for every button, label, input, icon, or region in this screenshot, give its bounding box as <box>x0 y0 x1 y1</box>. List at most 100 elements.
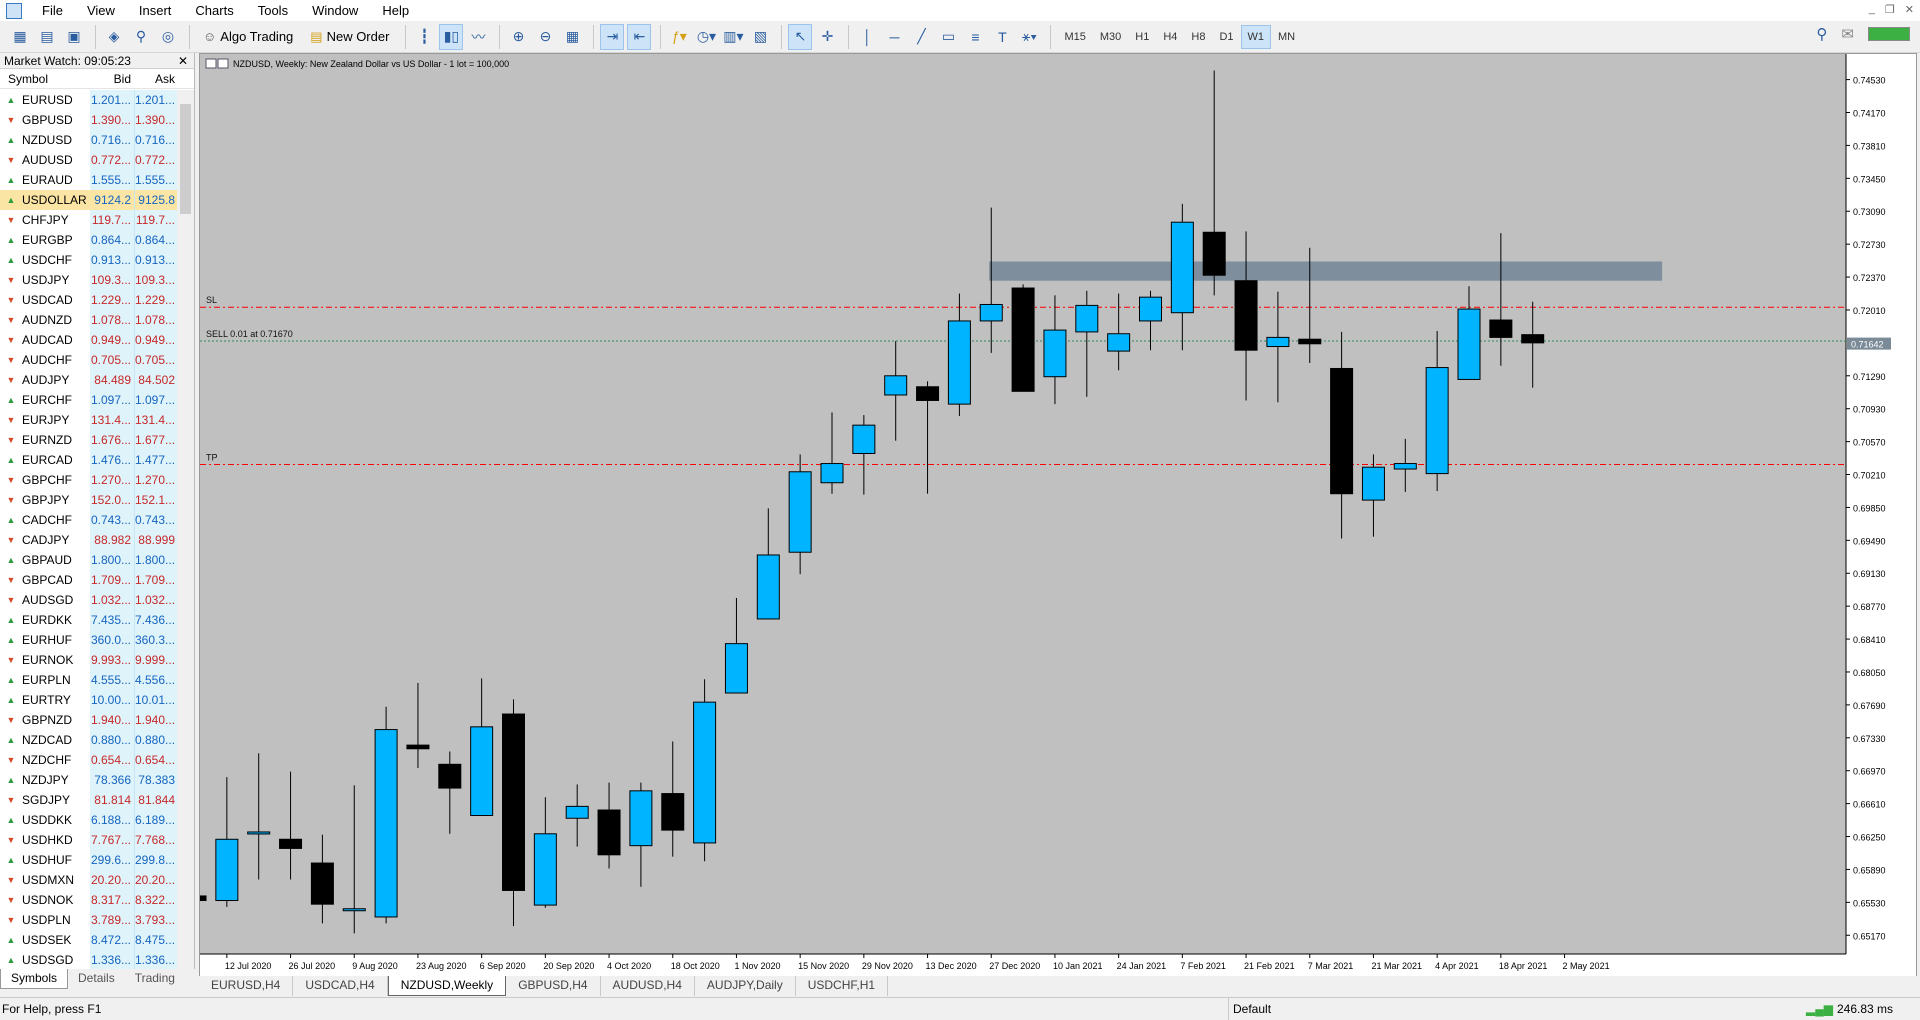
objects-list-icon[interactable]: ▧ <box>748 24 772 50</box>
bear-candle[interactable] <box>310 862 334 905</box>
supply-zone[interactable] <box>989 261 1663 281</box>
price-chart[interactable]: SL SELL 0.01 at 0.71670 TP 0.74530 0.74170 0.… <box>200 54 1916 977</box>
bull-candle[interactable] <box>1266 336 1290 348</box>
market-watch-scrollbar[interactable] <box>177 90 194 1018</box>
bar-chart-icon[interactable]: ┇ <box>412 24 436 50</box>
table-row[interactable]: ▲ USDHUF 299.6... 299.8... <box>0 850 178 870</box>
table-row[interactable]: ▲ EURUSD 1.201... 1.201... <box>0 90 178 110</box>
tab-symbols[interactable]: Symbols <box>0 969 69 989</box>
table-row[interactable]: ▲ USDCHF 0.913... 0.913... <box>0 250 178 270</box>
table-row[interactable]: ▼ GBPUSD 1.390... 1.390... <box>0 110 178 130</box>
bull-candle[interactable] <box>1043 329 1067 378</box>
bear-candle[interactable] <box>916 386 940 401</box>
table-row[interactable]: ▼ AUDSGD 1.032... 1.032... <box>0 590 178 610</box>
restore-icon[interactable]: ❐ <box>1885 3 1895 16</box>
bull-candle[interactable] <box>852 424 876 454</box>
table-row[interactable]: ▲ USDDKK 6.188... 6.189... <box>0 810 178 830</box>
bull-candle[interactable] <box>820 463 844 484</box>
crosshair-icon[interactable]: ✛ <box>815 24 839 50</box>
bear-candle[interactable] <box>279 838 303 849</box>
fibonacci-icon[interactable]: ≡ <box>963 24 987 50</box>
bear-candle[interactable] <box>1330 367 1354 495</box>
tf-h1[interactable]: H1 <box>1128 25 1156 49</box>
table-row[interactable]: ▲ EURGBP 0.864... 0.864... <box>0 230 178 250</box>
menu-charts[interactable]: Charts <box>183 0 245 21</box>
bear-candle[interactable] <box>1521 334 1545 344</box>
menu-insert[interactable]: Insert <box>127 0 184 21</box>
bull-candle[interactable] <box>247 831 271 835</box>
menu-view[interactable]: View <box>75 0 127 21</box>
table-row[interactable]: ▼ NZDCHF 0.654... 0.654... <box>0 750 178 770</box>
col-bid[interactable]: Bid <box>90 69 134 88</box>
tf-m30[interactable]: M30 <box>1093 25 1128 49</box>
bull-candle[interactable] <box>693 701 717 844</box>
bear-candle[interactable] <box>406 744 430 750</box>
table-row[interactable]: ▲ GBPAUD 1.800... 1.800... <box>0 550 178 570</box>
table-row[interactable]: ▲ EURTRY 10.00... 10.01... <box>0 690 178 710</box>
trendline-icon[interactable]: ╱ <box>909 24 933 50</box>
line-chart-icon[interactable]: 〰 <box>466 24 490 50</box>
table-row[interactable]: ▼ USDPLN 3.789... 3.793... <box>0 910 178 930</box>
bear-candle[interactable] <box>661 793 685 831</box>
table-row[interactable]: ▲ USDOLLAR 9124.2 9125.8 <box>0 190 178 210</box>
bull-candle[interactable] <box>1361 466 1385 501</box>
chart-tab[interactable]: AUDJPY,Daily <box>695 976 796 996</box>
chart-tab[interactable]: AUDUSD,H4 <box>601 976 695 996</box>
table-row[interactable]: ▲ EURCAD 1.476... 1.477... <box>0 450 178 470</box>
table-row[interactable]: ▼ USDHKD 7.767... 7.768... <box>0 830 178 850</box>
chart-tab[interactable]: USDCAD,H4 <box>293 976 388 996</box>
table-row[interactable]: ▲ EURAUD 1.555... 1.555... <box>0 170 178 190</box>
chart-tab[interactable]: EURUSD,H4 <box>199 976 294 996</box>
shapes-icon[interactable]: ⚹▾ <box>1017 24 1041 50</box>
table-row[interactable]: ▲ CADCHF 0.743... 0.743... <box>0 510 178 530</box>
bull-candle[interactable] <box>374 729 398 918</box>
table-row[interactable]: ▲ EURHUF 360.0... 360.3... <box>0 630 178 650</box>
bear-candle[interactable] <box>200 895 207 902</box>
algo-trading-button[interactable]: ☺ Algo Trading <box>196 24 300 50</box>
table-row[interactable]: ▲ NZDJPY 78.366 78.383 <box>0 770 178 790</box>
table-row[interactable]: ▼ GBPCHF 1.270... 1.270... <box>0 470 178 490</box>
table-row[interactable]: ▼ AUDNZD 1.078... 1.078... <box>0 310 178 330</box>
close-icon[interactable]: ✕ <box>1905 3 1914 16</box>
bear-candle[interactable] <box>1202 231 1226 276</box>
table-row[interactable]: ▲ NZDUSD 0.716... 0.716... <box>0 130 178 150</box>
bull-candle[interactable] <box>1139 296 1162 322</box>
bull-candle[interactable] <box>947 320 971 405</box>
table-row[interactable]: ▼ AUDCAD 0.949... 0.949... <box>0 330 178 350</box>
table-row[interactable]: ▼ GBPJPY 152.0... 152.1... <box>0 490 178 510</box>
templates-menu-icon[interactable]: ▥▾ <box>721 24 745 50</box>
navigator-icon[interactable]: ⚲ <box>129 24 153 50</box>
text-icon[interactable]: T <box>990 24 1014 50</box>
bull-candle[interactable] <box>788 471 812 553</box>
search-icon[interactable]: ⚲ <box>1816 25 1827 43</box>
close-icon[interactable]: ✕ <box>178 53 188 69</box>
chart-tab[interactable]: GBPUSD,H4 <box>506 976 601 996</box>
scrollbar-thumb[interactable] <box>180 104 191 214</box>
table-row[interactable]: ▲ EURPLN 4.555... 4.556... <box>0 670 178 690</box>
table-row[interactable]: ▼ CADJPY 88.982 88.999 <box>0 530 178 550</box>
tf-w1[interactable]: W1 <box>1240 24 1271 49</box>
vertical-line-icon[interactable]: │ <box>855 24 879 50</box>
bull-candle[interactable] <box>979 303 1003 322</box>
bull-candle[interactable] <box>884 375 908 396</box>
bear-candle[interactable] <box>1011 287 1035 392</box>
table-row[interactable]: ▼ EURNZD 1.676... 1.677... <box>0 430 178 450</box>
bear-candle[interactable] <box>1489 319 1513 338</box>
table-row[interactable]: ▲ EURCHF 1.097... 1.097... <box>0 390 178 410</box>
tab-details[interactable]: Details <box>68 969 125 989</box>
bull-candle[interactable] <box>756 554 780 620</box>
zoom-out-icon[interactable]: ⊖ <box>533 24 557 50</box>
periods-icon[interactable]: ◷▾ <box>694 24 718 50</box>
table-row[interactable]: ▼ USDJPY 109.3... 109.3... <box>0 270 178 290</box>
horizontal-line-icon[interactable]: ─ <box>882 24 906 50</box>
menu-help[interactable]: Help <box>370 0 421 21</box>
bull-candle[interactable] <box>565 805 589 819</box>
cursor-icon[interactable]: ↖ <box>788 23 813 50</box>
bull-candle[interactable] <box>470 726 494 817</box>
table-row[interactable]: ▼ AUDJPY 84.489 84.502 <box>0 370 178 390</box>
menu-file[interactable]: File <box>30 0 75 21</box>
table-row[interactable]: ▲ EURDKK 7.435... 7.436... <box>0 610 178 630</box>
table-row[interactable]: ▲ NZDCAD 0.880... 0.880... <box>0 730 178 750</box>
bear-candle[interactable] <box>1234 280 1258 351</box>
tab-trading[interactable]: Trading <box>125 969 185 989</box>
